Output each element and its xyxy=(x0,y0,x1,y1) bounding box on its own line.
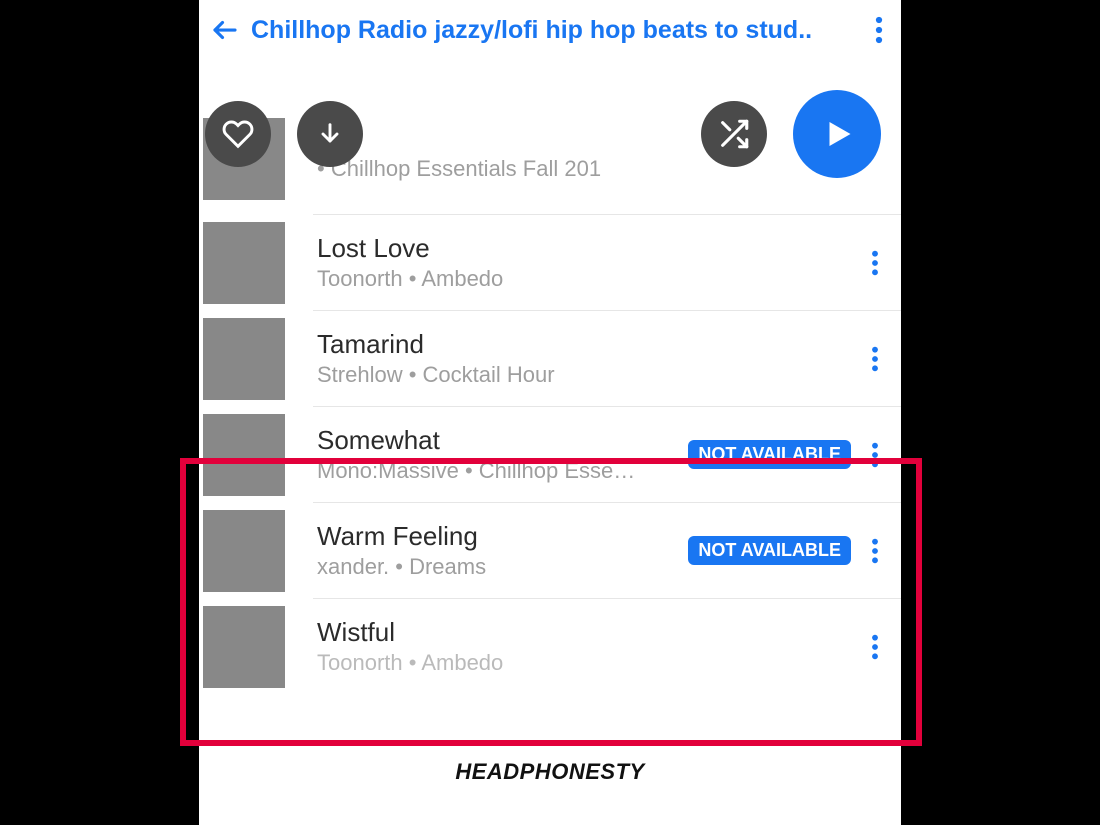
like-button[interactable] xyxy=(205,101,271,167)
track-title: Somewhat xyxy=(317,425,678,456)
track-subtitle: Toonorth • Ambedo xyxy=(317,650,853,676)
track-info: Tamarind Strehlow • Cocktail Hour xyxy=(317,329,863,388)
track-more-button[interactable] xyxy=(863,243,887,283)
track-info: Lost Love Toonorth • Ambedo xyxy=(317,233,863,292)
download-button[interactable] xyxy=(297,101,363,167)
track-info: Wistful Toonorth • Ambedo xyxy=(317,617,863,676)
back-button[interactable] xyxy=(209,14,241,46)
more-vertical-icon xyxy=(875,15,883,45)
track-row[interactable]: Tamarind Strehlow • Cocktail Hour xyxy=(313,311,901,407)
track-row[interactable]: Somewhat Mono:Massive • Chillhop Esse… N… xyxy=(313,407,901,503)
album-art xyxy=(203,606,285,688)
more-vertical-icon xyxy=(871,633,879,661)
more-vertical-icon xyxy=(871,441,879,469)
music-app: Chillhop Radio jazzy/lofi hip hop beats … xyxy=(199,0,901,825)
more-vertical-icon xyxy=(871,345,879,373)
shuffle-button[interactable] xyxy=(701,101,767,167)
play-icon xyxy=(819,116,855,152)
playlist-title: Chillhop Radio jazzy/lofi hip hop beats … xyxy=(251,16,857,45)
track-title: Tamarind xyxy=(317,329,853,360)
track-more-button[interactable] xyxy=(863,627,887,667)
more-vertical-icon xyxy=(871,537,879,565)
track-more-button[interactable] xyxy=(863,435,887,475)
not-available-badge: NOT AVAILABLE xyxy=(688,440,851,469)
header-more-button[interactable] xyxy=(867,14,891,46)
track-subtitle: Strehlow • Cocktail Hour xyxy=(317,362,853,388)
track-more-button[interactable] xyxy=(863,339,887,379)
track-more-button[interactable] xyxy=(863,531,887,571)
app-header: Chillhop Radio jazzy/lofi hip hop beats … xyxy=(199,0,901,56)
arrow-left-icon xyxy=(210,15,240,45)
heart-icon xyxy=(222,118,254,150)
play-button[interactable] xyxy=(793,90,881,178)
track-info: Warm Feeling xander. • Dreams xyxy=(317,521,688,580)
not-available-badge: NOT AVAILABLE xyxy=(688,536,851,565)
more-vertical-icon xyxy=(871,249,879,277)
track-subtitle: Mono:Massive • Chillhop Esse… xyxy=(317,458,678,484)
album-art xyxy=(203,414,285,496)
track-row[interactable]: Warm Feeling xander. • Dreams NOT AVAILA… xyxy=(313,503,901,599)
album-art xyxy=(203,222,285,304)
download-icon xyxy=(316,120,344,148)
track-title: Warm Feeling xyxy=(317,521,678,552)
track-info: Somewhat Mono:Massive • Chillhop Esse… xyxy=(317,425,688,484)
track-subtitle: Toonorth • Ambedo xyxy=(317,266,853,292)
watermark: HEADPHONESTY xyxy=(455,759,644,785)
track-row[interactable]: Wistful Toonorth • Ambedo xyxy=(313,599,901,694)
track-subtitle: xander. • Dreams xyxy=(317,554,678,580)
track-title: Wistful xyxy=(317,617,853,648)
album-art xyxy=(203,510,285,592)
shuffle-icon xyxy=(717,117,751,151)
album-art xyxy=(203,318,285,400)
track-title: Lost Love xyxy=(317,233,853,264)
track-row[interactable]: Lost Love Toonorth • Ambedo xyxy=(313,215,901,311)
action-bar xyxy=(199,90,901,178)
